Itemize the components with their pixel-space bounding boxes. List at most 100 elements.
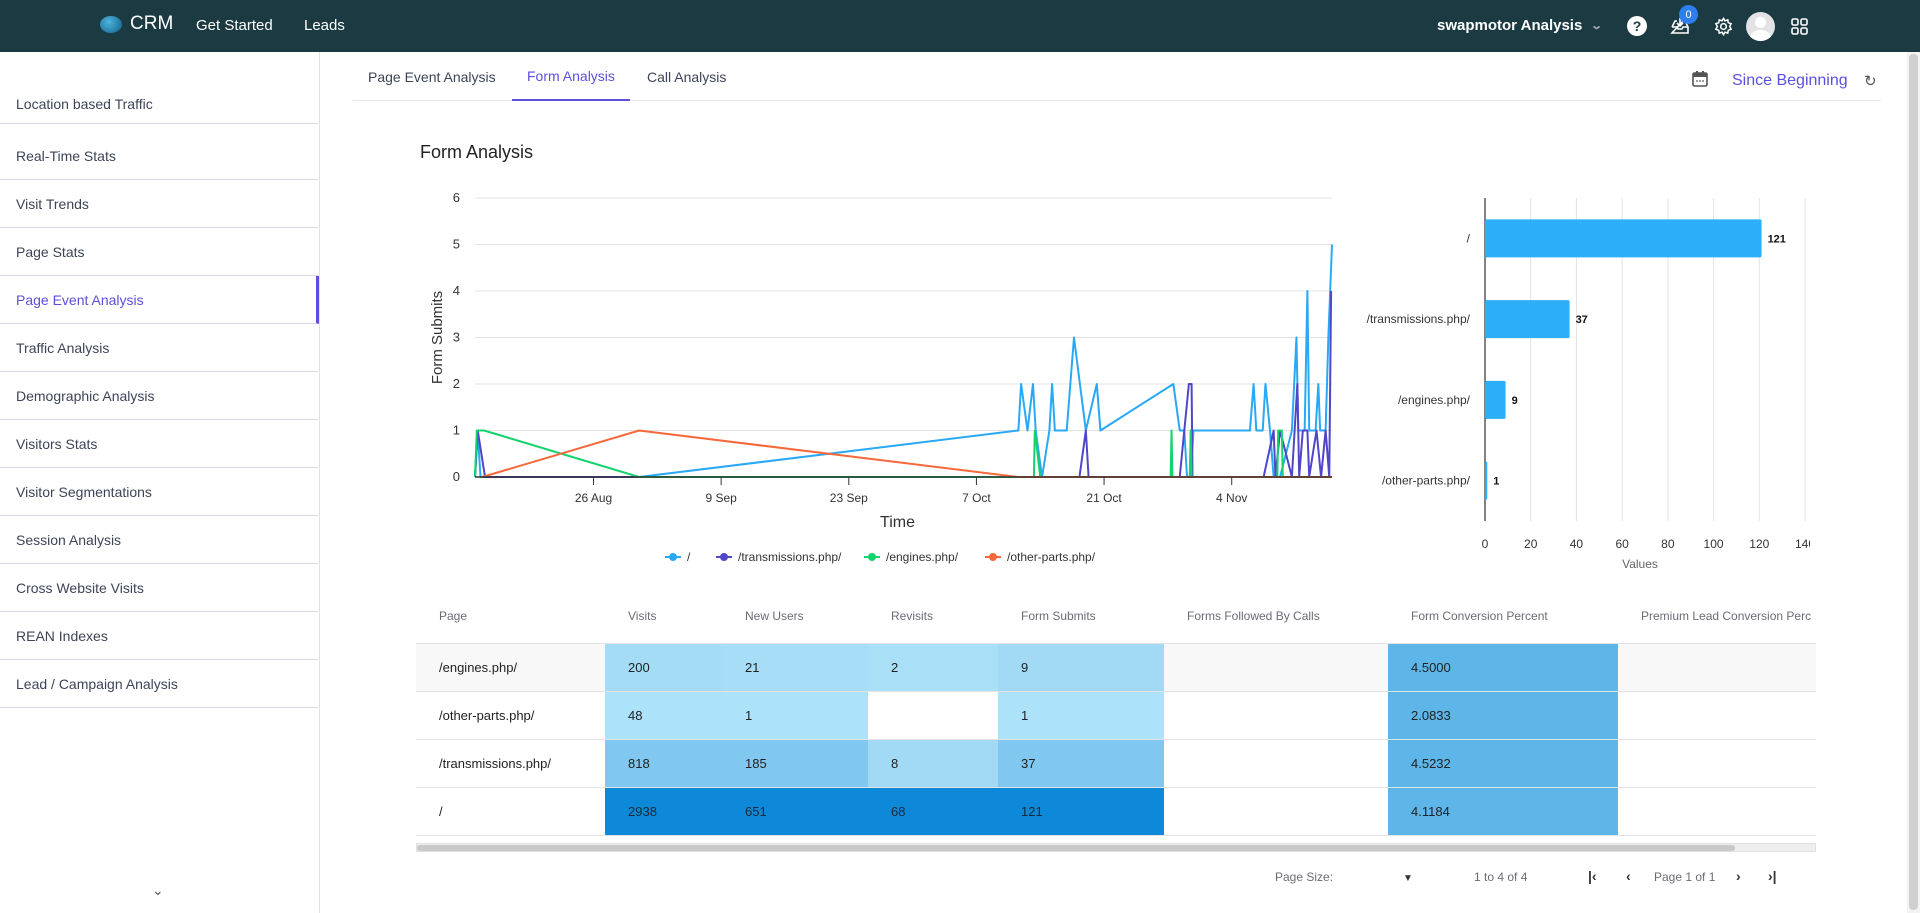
page-cell: /transmissions.php/: [416, 740, 605, 787]
sidebar-item-cross-website-visits[interactable]: Cross Website Visits: [0, 564, 318, 612]
scrollbar-thumb[interactable]: [1909, 54, 1918, 910]
next-page-button[interactable]: ›: [1736, 868, 1741, 884]
brand[interactable]: CRM: [100, 13, 173, 35]
nav-get-started[interactable]: Get Started: [196, 17, 273, 34]
refresh-icon[interactable]: ↻: [1864, 72, 1877, 90]
sidebar-scroll-down-icon[interactable]: ⌄: [152, 882, 164, 899]
tab-form-analysis[interactable]: Form Analysis: [512, 52, 630, 101]
tab-call-analysis[interactable]: Call Analysis: [647, 52, 726, 101]
data-label: 9: [1512, 395, 1518, 407]
date-range-selector[interactable]: Since Beginning: [1732, 72, 1848, 90]
column-header[interactable]: Revisits: [891, 589, 998, 643]
table-bottom-border: [416, 835, 1816, 836]
table-cell: 1: [722, 692, 868, 739]
bar: [1485, 461, 1488, 500]
account-selector[interactable]: swapmotor Analysis ⌄: [1437, 17, 1603, 34]
table-row[interactable]: /2938 651 68 121 4.1184: [416, 787, 1816, 835]
column-header[interactable]: Form Submits: [1021, 589, 1164, 643]
table-row[interactable]: /other-parts.php/48 1 1 2.0833: [416, 691, 1816, 739]
form-submits-line-chart: 0 1 2 3 4 5 6 Form Submits 26 Aug 9 Sep 23 Sep 7 Oc…: [429, 190, 1333, 564]
table-cell: [1164, 788, 1388, 835]
y-tick-label: 3: [453, 330, 460, 345]
data-label: 1: [1493, 476, 1499, 488]
table-cell: 2.0833: [1388, 692, 1618, 739]
sidebar-item-visitors-stats[interactable]: Visitors Stats: [0, 420, 318, 468]
x-axis-title: Values: [1622, 557, 1658, 571]
table-cell: [1164, 644, 1388, 691]
table-cell: 818: [605, 740, 722, 787]
sidebar-item-rean-indexes[interactable]: REAN Indexes: [0, 612, 318, 660]
column-header[interactable]: Premium Lead Conversion Perc: [1641, 589, 1816, 643]
table-horizontal-scrollbar[interactable]: [416, 843, 1816, 852]
sidebar-item-demographic-analysis[interactable]: Demographic Analysis: [0, 372, 318, 420]
help-icon[interactable]: ?: [1625, 14, 1649, 38]
apps-grid-icon[interactable]: [1787, 14, 1811, 38]
x-tick-label: 23 Sep: [830, 491, 868, 505]
column-header[interactable]: Page: [439, 589, 605, 643]
nav-leads[interactable]: Leads: [304, 17, 345, 34]
category-label: /engines.php/: [1398, 393, 1471, 407]
sidebar-item-page-stats[interactable]: Page Stats: [0, 228, 318, 276]
sidebar-item-page-event-analysis[interactable]: Page Event Analysis: [0, 276, 319, 324]
page-cell: /other-parts.php/: [416, 692, 605, 739]
table-cell: 2: [868, 644, 998, 691]
gear-icon[interactable]: [1711, 14, 1735, 38]
tab-page-event-analysis[interactable]: Page Event Analysis: [368, 52, 496, 101]
column-header[interactable]: Form Conversion Percent: [1411, 589, 1618, 643]
scrollbar-thumb[interactable]: [417, 845, 1735, 851]
page-size-label: Page Size:: [1275, 870, 1334, 884]
sidebar-item-lead-campaign-analysis[interactable]: Lead / Campaign Analysis: [0, 660, 318, 708]
series-line-root: [474, 244, 1333, 478]
data-label: 37: [1576, 314, 1588, 326]
inbox-badge: 0: [1679, 5, 1698, 24]
table-row[interactable]: /engines.php/200 21 2 9 4.5000: [416, 643, 1816, 691]
page-indicator: Page 1 of 1: [1654, 870, 1716, 884]
table-cell: 2938: [605, 788, 722, 835]
x-tick-label: 80: [1661, 537, 1675, 551]
account-name: swapmotor Analysis: [1437, 17, 1583, 34]
sidebar-item-location-based-traffic[interactable]: Location based Traffic: [0, 84, 318, 124]
table-cell: 651: [722, 788, 868, 835]
column-header[interactable]: Forms Followed By Calls: [1187, 589, 1388, 643]
table-cell: 48: [605, 692, 722, 739]
legend-marker: [669, 553, 677, 561]
legend-label: /: [687, 550, 691, 564]
sidebar-item-visit-trends[interactable]: Visit Trends: [0, 180, 318, 228]
page-vertical-scrollbar[interactable]: [1907, 52, 1920, 913]
first-page-button[interactable]: |‹: [1588, 868, 1597, 884]
sidebar-item-traffic-analysis[interactable]: Traffic Analysis: [0, 324, 318, 372]
column-header[interactable]: New Users: [745, 589, 868, 643]
top-bar: CRM Get Started Leads swapmotor Analysis…: [0, 0, 1920, 52]
table-cell: 8: [868, 740, 998, 787]
table-cell: [1164, 692, 1388, 739]
calendar-icon[interactable]: [1692, 71, 1708, 87]
table-cell: 4.1184: [1388, 788, 1618, 835]
previous-page-button[interactable]: ‹: [1626, 868, 1631, 884]
x-tick-label: 9 Sep: [705, 491, 737, 505]
legend-label: /transmissions.php/: [738, 550, 842, 564]
table-row[interactable]: /transmissions.php/818 185 8 37 4.5232: [416, 739, 1816, 787]
legend-marker: [720, 553, 728, 561]
form-submits-bar-chart: 0 20 40 60 80 100 120 140 / 121/transmissions.php…: [1367, 198, 1810, 571]
sidebar-item-session-analysis[interactable]: Session Analysis: [0, 516, 318, 564]
table-cell: 68: [868, 788, 998, 835]
sidebar-item-visitor-segmentations[interactable]: Visitor Segmentations: [0, 468, 318, 516]
x-tick-label: 4 Nov: [1216, 491, 1247, 505]
table-cell: 4.5232: [1388, 740, 1618, 787]
x-tick-label: 7 Oct: [962, 491, 991, 505]
table-cell: 4.5000: [1388, 644, 1618, 691]
table-cell: 37: [998, 740, 1164, 787]
page-cell: /engines.php/: [416, 644, 605, 691]
legend-label: /other-parts.php/: [1007, 550, 1096, 564]
data-label: 121: [1768, 233, 1786, 245]
category-label: /transmissions.php/: [1367, 312, 1471, 326]
last-page-button[interactable]: ›|: [1768, 868, 1777, 884]
brand-name: CRM: [130, 13, 174, 34]
column-header[interactable]: Visits: [628, 589, 722, 643]
tab-bar: Page Event Analysis Form Analysis Call A…: [353, 52, 1881, 101]
x-tick-label: 100: [1704, 537, 1724, 551]
avatar[interactable]: [1746, 12, 1775, 41]
sidebar-item-real-time-stats[interactable]: Real-Time Stats: [0, 132, 318, 180]
page-size-dropdown[interactable]: ▼: [1403, 873, 1413, 884]
table-cell: 185: [722, 740, 868, 787]
